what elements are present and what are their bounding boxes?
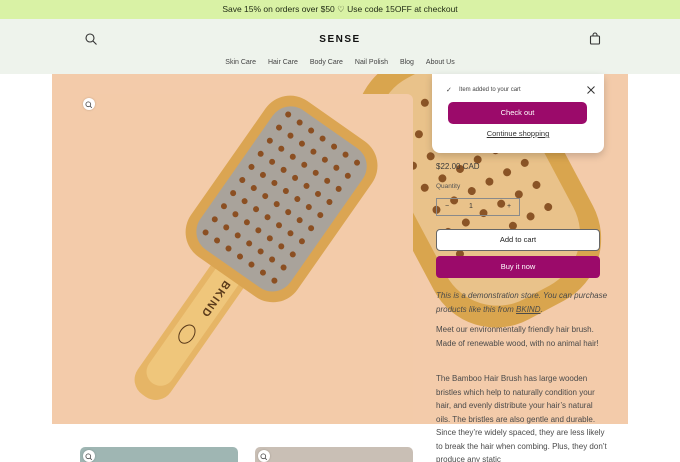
cart-button[interactable] [588, 32, 602, 46]
cart-notification-message: Item added to your cart [459, 87, 521, 93]
demo-store-notice: This is a demonstration store. You can p… [436, 289, 608, 316]
zoom-icon[interactable] [83, 450, 95, 462]
main-nav: Skin Care Hair Care Body Care Nail Polis… [0, 59, 680, 66]
demo-text-end: . [540, 304, 543, 314]
bag-icon [589, 32, 601, 45]
quantity-value[interactable]: 1 [469, 199, 473, 215]
nav-item-hair-care[interactable]: Hair Care [268, 59, 298, 66]
quantity-stepper: − 1 + [436, 198, 520, 216]
site-header: SENSE Skin Care Hair Care Body Care Nail… [0, 19, 680, 74]
zoom-icon[interactable] [258, 450, 270, 462]
product-price: $22.00 CAD [436, 162, 480, 171]
product-image[interactable]: BKIND [80, 94, 413, 429]
product-description-1: Meet our environmentally friendly hair b… [436, 325, 599, 348]
bkind-link[interactable]: BKIND [516, 305, 540, 314]
buy-now-button[interactable]: Buy it now [436, 256, 600, 278]
hair-brush-illustration: BKIND [134, 95, 378, 400]
site-logo[interactable]: SENSE [300, 34, 380, 45]
zoom-icon[interactable] [83, 98, 95, 110]
close-button[interactable] [586, 82, 596, 94]
nav-item-body-care[interactable]: Body Care [310, 59, 343, 66]
quantity-label: Quantity [436, 183, 461, 190]
announcement-bar: Save 15% on orders over $50 ♡ Use code 1… [0, 0, 680, 19]
nav-item-skin-care[interactable]: Skin Care [225, 59, 256, 66]
product-thumbnail-2[interactable] [255, 447, 413, 462]
quantity-increase-button[interactable]: + [507, 199, 511, 215]
add-to-cart-button[interactable]: Add to cart [436, 229, 600, 251]
quantity-decrease-button[interactable]: − [445, 199, 449, 215]
nav-item-about-us[interactable]: About Us [426, 59, 455, 66]
checkout-button[interactable]: Check out [448, 102, 587, 124]
check-icon: ✓ [446, 87, 452, 94]
announcement-text: Save 15% on orders over $50 ♡ Use code 1… [222, 4, 458, 14]
close-icon [587, 86, 595, 94]
nav-item-nail-polish[interactable]: Nail Polish [355, 59, 388, 66]
nav-item-blog[interactable]: Blog [400, 59, 414, 66]
continue-shopping-link[interactable]: Continue shopping [432, 129, 604, 138]
search-icon [85, 33, 97, 45]
search-button[interactable] [84, 32, 98, 46]
cart-notification-popup: ✓ Item added to your cart Check out Cont… [432, 74, 604, 153]
product-thumbnail-1[interactable] [80, 447, 238, 462]
product-description-2: The Bamboo Hair Brush has large wooden b… [436, 374, 607, 462]
